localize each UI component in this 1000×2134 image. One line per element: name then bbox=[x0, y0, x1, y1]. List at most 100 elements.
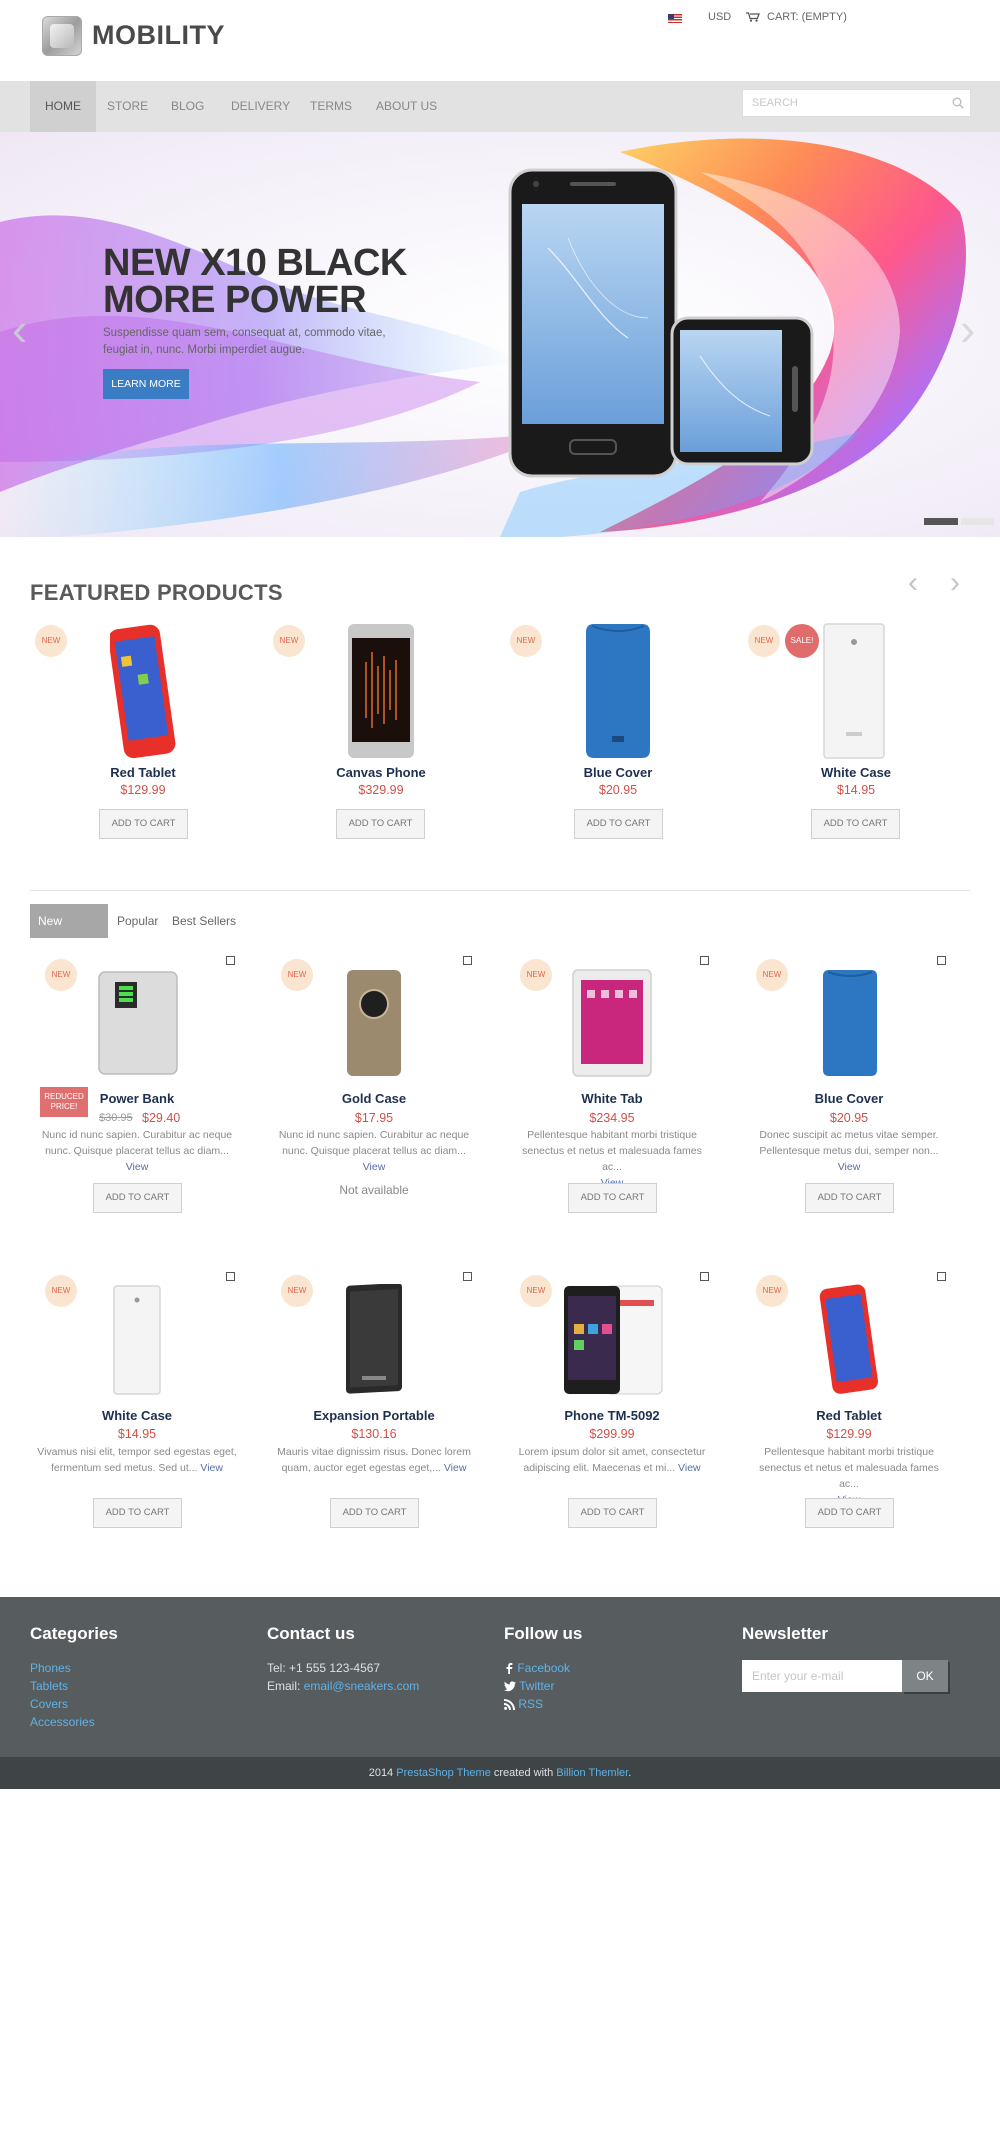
billion-themler-link[interactable]: Billion Themler bbox=[556, 1767, 628, 1779]
add-to-cart-button[interactable]: ADD TO CART bbox=[568, 1183, 657, 1213]
product-name[interactable]: Blue Cover bbox=[518, 765, 718, 780]
product-name[interactable]: Phone TM-5092 bbox=[512, 1408, 712, 1423]
product-name[interactable]: Blue Cover bbox=[749, 1091, 949, 1106]
compare-checkbox[interactable] bbox=[937, 1272, 946, 1281]
compare-checkbox[interactable] bbox=[937, 956, 946, 965]
tab-new-arrivals[interactable]: New arrivals bbox=[30, 904, 108, 962]
hero-prev-arrow[interactable]: ‹ bbox=[12, 302, 27, 356]
add-to-cart-button[interactable]: ADD TO CART bbox=[336, 809, 425, 839]
add-to-cart-button[interactable]: ADD TO CART bbox=[93, 1498, 182, 1528]
compare-checkbox[interactable] bbox=[700, 1272, 709, 1281]
product-name[interactable]: White Case bbox=[37, 1408, 237, 1423]
newsletter-email-input[interactable] bbox=[742, 1660, 902, 1692]
view-link[interactable]: View bbox=[126, 1161, 149, 1173]
twitter-icon bbox=[504, 1681, 516, 1692]
product-name[interactable]: Power Bank bbox=[37, 1091, 237, 1106]
footer-rss-row[interactable]: RSS bbox=[504, 1697, 543, 1711]
footer-link-facebook[interactable]: Facebook bbox=[517, 1661, 570, 1675]
product-name[interactable]: Canvas Phone bbox=[281, 765, 481, 780]
nav-about-us[interactable]: ABOUT US bbox=[361, 81, 452, 132]
search-icon[interactable] bbox=[952, 97, 964, 109]
footer-facebook-row[interactable]: Facebook bbox=[504, 1661, 570, 1675]
view-link[interactable]: View bbox=[838, 1161, 861, 1173]
product-image-red-tablet[interactable] bbox=[818, 1284, 882, 1396]
slider-pager-active[interactable] bbox=[924, 518, 958, 525]
product-image-canvas-phone[interactable] bbox=[346, 622, 416, 760]
product-description: Nunc id nunc sapien. Curabitur ac neque … bbox=[37, 1127, 237, 1175]
compare-checkbox[interactable] bbox=[226, 1272, 235, 1281]
product-name[interactable]: Red Tablet bbox=[749, 1408, 949, 1423]
us-flag-icon[interactable] bbox=[668, 14, 682, 23]
product-image-blue-cover[interactable] bbox=[820, 968, 880, 1078]
add-to-cart-button[interactable]: ADD TO CART bbox=[805, 1183, 894, 1213]
featured-next-arrow[interactable]: › bbox=[950, 566, 960, 600]
add-to-cart-button[interactable]: ADD TO CART bbox=[568, 1498, 657, 1528]
featured-prev-arrow[interactable]: ‹ bbox=[908, 566, 918, 600]
product-price: $129.99 bbox=[826, 1427, 872, 1441]
footer-contact-title: Contact us bbox=[267, 1624, 355, 1643]
prestashop-theme-link[interactable]: PrestaShop Theme bbox=[396, 1767, 491, 1779]
search-input[interactable] bbox=[743, 90, 943, 116]
product-name[interactable]: Gold Case bbox=[274, 1091, 474, 1106]
product-image-power-bank[interactable] bbox=[95, 968, 181, 1078]
new-badge: NEW bbox=[756, 959, 788, 991]
product-name[interactable]: Red Tablet bbox=[43, 765, 243, 780]
product-image-red-tablet[interactable] bbox=[110, 624, 180, 760]
add-to-cart-button[interactable]: ADD TO CART bbox=[811, 809, 900, 839]
add-to-cart-button[interactable]: ADD TO CART bbox=[330, 1498, 419, 1528]
view-link[interactable]: View bbox=[444, 1462, 467, 1474]
add-to-cart-button[interactable]: ADD TO CART bbox=[93, 1183, 182, 1213]
product-description: Nunc id nunc sapien. Curabitur ac neque … bbox=[274, 1127, 474, 1175]
currency-selector[interactable]: USD bbox=[708, 11, 731, 23]
add-to-cart-button[interactable]: ADD TO CART bbox=[574, 809, 663, 839]
nav-home[interactable]: HOME bbox=[30, 81, 96, 132]
nav-terms[interactable]: TERMS bbox=[295, 81, 367, 132]
product-old-price: $30.95 bbox=[99, 1112, 133, 1124]
footer-link-phones[interactable]: Phones bbox=[30, 1661, 71, 1675]
compare-checkbox[interactable] bbox=[463, 956, 472, 965]
nav-delivery[interactable]: DELIVERY bbox=[216, 81, 305, 132]
product-image-blue-cover[interactable] bbox=[582, 622, 654, 760]
new-badge: NEW bbox=[45, 959, 77, 991]
view-link[interactable]: View bbox=[200, 1462, 223, 1474]
footer-link-twitter[interactable]: Twitter bbox=[519, 1679, 554, 1693]
product-image-white-case[interactable] bbox=[112, 1284, 162, 1396]
nav-store[interactable]: STORE bbox=[92, 81, 163, 132]
footer-link-tablets[interactable]: Tablets bbox=[30, 1679, 68, 1693]
logo-icon[interactable] bbox=[42, 16, 82, 56]
product-name[interactable]: White Case bbox=[756, 765, 956, 780]
cart-link[interactable]: CART: (EMPTY) bbox=[767, 11, 847, 23]
site-logo[interactable]: MOBILITY bbox=[92, 20, 225, 51]
product-price: $299.99 bbox=[589, 1427, 635, 1441]
footer-link-covers[interactable]: Covers bbox=[30, 1697, 68, 1711]
footer-link-rss[interactable]: RSS bbox=[518, 1697, 543, 1711]
view-link[interactable]: View bbox=[678, 1462, 701, 1474]
compare-checkbox[interactable] bbox=[226, 956, 235, 965]
compare-checkbox[interactable] bbox=[463, 1272, 472, 1281]
newsletter-ok-button[interactable]: OK bbox=[902, 1660, 948, 1692]
product-image-phone-tm-5092[interactable] bbox=[562, 1284, 664, 1396]
compare-checkbox[interactable] bbox=[700, 956, 709, 965]
new-badge: NEW bbox=[281, 959, 313, 991]
product-image-expansion-portable[interactable] bbox=[342, 1284, 406, 1396]
view-link[interactable]: View bbox=[363, 1161, 386, 1173]
hero-next-arrow[interactable]: › bbox=[960, 302, 975, 356]
product-name[interactable]: White Tab bbox=[512, 1091, 712, 1106]
footer-twitter-row[interactable]: Twitter bbox=[504, 1679, 554, 1693]
cart-icon[interactable] bbox=[746, 12, 760, 22]
tab-best-sellers[interactable]: Best Sellers bbox=[164, 904, 244, 938]
add-to-cart-button[interactable]: ADD TO CART bbox=[805, 1498, 894, 1528]
footer-newsletter-title: Newsletter bbox=[742, 1624, 828, 1643]
product-image-white-tab[interactable] bbox=[571, 968, 653, 1078]
tab-popular[interactable]: Popular bbox=[109, 904, 166, 938]
product-name[interactable]: Expansion Portable bbox=[274, 1408, 474, 1423]
add-to-cart-button[interactable]: ADD TO CART bbox=[99, 809, 188, 839]
product-image-gold-case[interactable] bbox=[345, 968, 403, 1078]
footer-email-link[interactable]: email@sneakers.com bbox=[304, 1679, 420, 1693]
footer-link-accessories[interactable]: Accessories bbox=[30, 1715, 95, 1729]
product-image-white-case[interactable] bbox=[822, 622, 886, 760]
learn-more-button[interactable]: LEARN MORE bbox=[103, 369, 189, 399]
nav-blog[interactable]: BLOG bbox=[156, 81, 219, 132]
desc-text: Nunc id nunc sapien. Curabitur ac neque … bbox=[41, 1129, 233, 1157]
slider-pager[interactable] bbox=[961, 518, 994, 525]
